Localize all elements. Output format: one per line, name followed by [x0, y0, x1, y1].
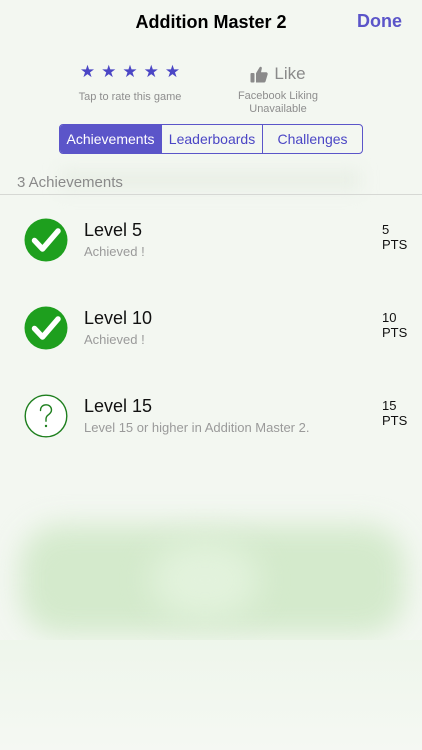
star-icon[interactable]: ★	[165, 62, 180, 82]
star-icon[interactable]: ★	[122, 62, 137, 82]
star-icon[interactable]: ★	[144, 62, 159, 82]
achievement-row[interactable]: Level 15 Level 15 or higher in Addition …	[0, 392, 422, 462]
like-button[interactable]: Like Facebook Liking Unavailable	[218, 62, 338, 116]
points-value: 15	[382, 398, 397, 413]
background-blur	[0, 640, 422, 750]
points-unit: PTS	[382, 325, 408, 340]
achievement-subtitle: Achieved !	[84, 244, 145, 259]
achievement-subtitle: Achieved !	[84, 332, 145, 347]
question-icon	[24, 394, 68, 438]
tab-achievements[interactable]: Achievements	[60, 125, 161, 153]
achievement-points: 10 PTS	[382, 310, 407, 340]
checkmark-icon	[24, 306, 68, 350]
points-unit: PTS	[382, 237, 408, 252]
thumbs-up-icon	[250, 66, 269, 82]
rate-label: Tap to rate this game	[78, 91, 182, 103]
achievement-title: Level 5	[84, 220, 143, 240]
points-value: 5	[382, 222, 390, 237]
star-icon[interactable]: ★	[80, 62, 95, 82]
tab-challenges[interactable]: Challenges	[262, 125, 362, 153]
points-value: 10	[382, 310, 397, 325]
segmented-control: Achievements Leaderboards Challenges	[59, 124, 363, 154]
star-rating[interactable]: ★ ★ ★ ★ ★	[55, 62, 205, 82]
divider	[0, 194, 422, 195]
checkmark-icon	[24, 218, 68, 262]
achievement-points: 15 PTS	[382, 398, 407, 428]
background-blur	[150, 540, 260, 620]
like-status-line: Unavailable	[249, 103, 307, 115]
navigation-bar: Addition Master 2 Done	[0, 0, 422, 44]
tab-leaderboards[interactable]: Leaderboards	[161, 125, 262, 153]
achievement-row[interactable]: Level 5 Achieved ! 5 PTS	[0, 216, 422, 286]
achievement-title: Level 15	[84, 396, 153, 416]
rate-game-control[interactable]: ★ ★ ★ ★ ★ Tap to rate this game	[55, 62, 205, 103]
achievement-title: Level 10	[84, 308, 153, 328]
star-icon[interactable]: ★	[101, 62, 116, 82]
achievement-points: 5 PTS	[382, 222, 407, 252]
like-status-line: Facebook Liking	[237, 90, 319, 102]
done-button[interactable]: Done	[357, 11, 402, 32]
achievement-row[interactable]: Level 10 Achieved ! 10 PTS	[0, 304, 422, 374]
achievement-subtitle: Level 15 or higher in Addition Master 2.	[84, 420, 310, 435]
points-unit: PTS	[382, 413, 408, 428]
like-status: Facebook Liking Unavailable	[218, 90, 338, 116]
like-label: Like	[274, 64, 306, 83]
section-header: 3 Achievements	[17, 174, 123, 191]
